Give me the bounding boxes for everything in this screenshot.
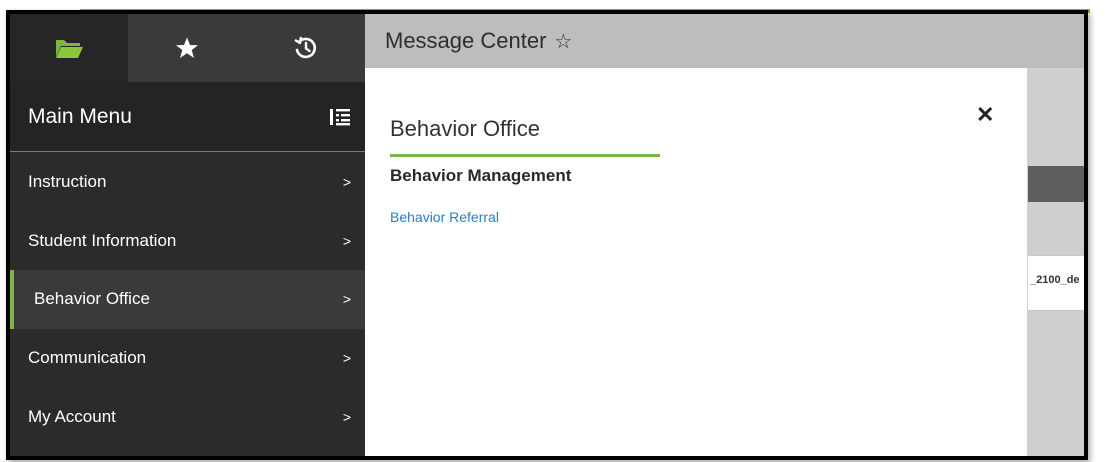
- sidebar-item-my-account[interactable]: My Account >: [10, 387, 365, 446]
- chevron-right-icon: >: [342, 232, 351, 249]
- list-toggle-icon[interactable]: [329, 108, 351, 126]
- folder-open-icon: [56, 40, 84, 58]
- sidebar: Main Menu Instruction > Student Informat…: [10, 14, 365, 456]
- background-table-cell: _2100_de: [1028, 255, 1084, 311]
- history-icon: [294, 36, 316, 59]
- favorite-star-icon[interactable]: ☆: [554, 29, 572, 54]
- tab-favorites[interactable]: [128, 14, 247, 82]
- sidebar-item-instruction[interactable]: Instruction >: [10, 153, 365, 212]
- sidebar-tabs: [10, 14, 365, 82]
- sidebar-item-communication[interactable]: Communication >: [10, 328, 365, 388]
- page-title: Message Center: [385, 28, 547, 53]
- main-menu-title: Main Menu: [28, 104, 132, 128]
- submenu-panel: ✕ Behavior Office Behavior Management Be…: [365, 68, 1027, 456]
- section-heading: Behavior Management: [390, 166, 572, 185]
- background-table-header: [1028, 166, 1084, 202]
- app-window: Message Center ☆ _2100_de Main Menu Inst…: [6, 10, 1088, 460]
- sidebar-item-label: Communication: [28, 348, 147, 368]
- behavior-referral-link[interactable]: Behavior Referral: [390, 209, 499, 225]
- sidebar-item-behavior-office[interactable]: Behavior Office >: [10, 270, 365, 329]
- main-menu-header: Main Menu: [10, 82, 365, 152]
- tab-folders[interactable]: [10, 14, 129, 82]
- panel-title: Behavior Office: [390, 116, 541, 141]
- sidebar-item-label: Behavior Office: [34, 289, 150, 309]
- chevron-right-icon: >: [342, 350, 351, 367]
- tab-history[interactable]: [246, 14, 365, 82]
- page-header: Message Center ☆: [365, 14, 1084, 68]
- star-icon: [176, 37, 199, 58]
- sidebar-item-student-information[interactable]: Student Information >: [10, 211, 365, 271]
- sidebar-item-label: My Account: [28, 406, 116, 426]
- main-menu-list: Instruction > Student Information > Beha…: [10, 153, 365, 446]
- chevron-right-icon: >: [342, 174, 351, 191]
- chevron-right-icon: >: [342, 408, 351, 425]
- close-icon[interactable]: ✕: [976, 102, 994, 128]
- background-cell-text: _2100_de: [1030, 274, 1080, 286]
- panel-title-underline: [390, 154, 660, 157]
- sidebar-item-label: Instruction: [28, 172, 107, 192]
- chevron-right-icon: >: [342, 291, 351, 308]
- sidebar-item-label: Student Information: [28, 230, 177, 250]
